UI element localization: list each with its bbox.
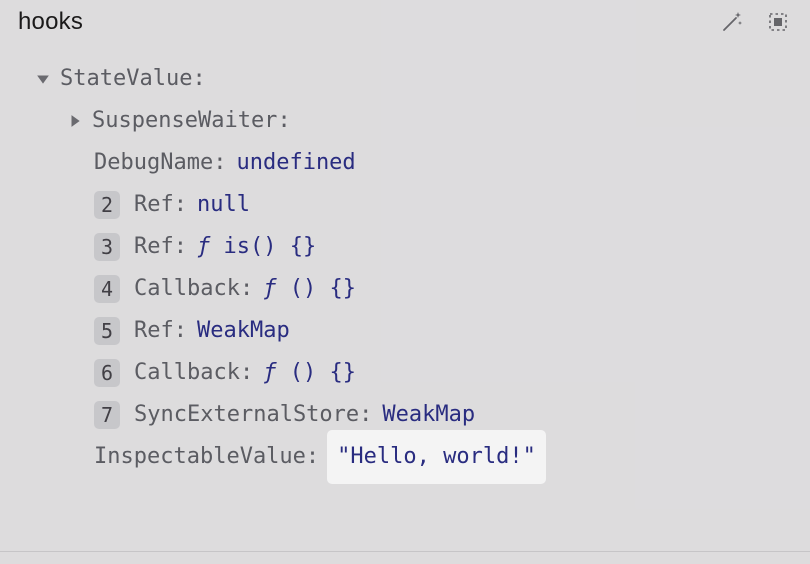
tree-node-callback-6[interactable]: 6 Callback: ƒ () {} xyxy=(0,352,810,394)
tree-node-statevalue[interactable]: StateValue: xyxy=(0,58,810,100)
node-name: SuspenseWaiter xyxy=(92,100,277,142)
node-name: Ref xyxy=(134,184,174,226)
colon: : xyxy=(174,226,187,268)
fn-body: {} xyxy=(329,276,356,301)
bounding-box-icon[interactable] xyxy=(764,8,792,36)
fn-body: {} xyxy=(290,234,317,259)
divider xyxy=(0,551,810,552)
colon: : xyxy=(192,58,205,100)
colon: : xyxy=(359,394,372,436)
hook-index-badge: 4 xyxy=(94,275,120,303)
hooks-tree: StateValue: SuspenseWaiter: DebugName: u… xyxy=(0,44,810,478)
caret-right-icon xyxy=(66,112,84,130)
node-name: StateValue xyxy=(60,58,192,100)
panel-title: hooks xyxy=(18,8,718,36)
node-name: Ref xyxy=(134,310,174,352)
tree-node-ref-2[interactable]: 2 Ref: null xyxy=(0,184,810,226)
hook-index-badge: 2 xyxy=(94,191,120,219)
fn-name: () xyxy=(290,360,317,385)
node-name: InspectableValue xyxy=(94,436,306,478)
colon: : xyxy=(174,310,187,352)
fn-body: {} xyxy=(329,360,356,385)
node-value: ƒ () {} xyxy=(263,268,356,310)
node-value-highlighted: "Hello, world!" xyxy=(329,432,544,482)
node-value: undefined xyxy=(236,142,355,184)
node-value: ƒ () {} xyxy=(263,352,356,394)
caret-down-icon xyxy=(34,70,52,88)
tree-node-ref-5[interactable]: 5 Ref: WeakMap xyxy=(0,310,810,352)
colon: : xyxy=(240,268,253,310)
hook-index-badge: 7 xyxy=(94,401,120,429)
colon: : xyxy=(174,184,187,226)
fn-glyph: ƒ xyxy=(263,276,276,301)
colon: : xyxy=(306,436,319,478)
node-name: SyncExternalStore xyxy=(134,394,359,436)
fn-name: is() xyxy=(224,234,277,259)
fn-name: () xyxy=(290,276,317,301)
tree-node-callback-4[interactable]: 4 Callback: ƒ () {} xyxy=(0,268,810,310)
tree-node-syncexternalstore-7[interactable]: 7 SyncExternalStore: WeakMap xyxy=(0,394,810,436)
node-value: ƒ is() {} xyxy=(197,226,316,268)
node-name: Callback xyxy=(134,268,240,310)
hooks-panel: hooks StateValue: xyxy=(0,0,810,564)
panel-header: hooks xyxy=(0,0,810,44)
fn-glyph: ƒ xyxy=(197,234,210,259)
magic-wand-icon[interactable] xyxy=(718,8,746,36)
header-actions xyxy=(718,8,792,36)
colon: : xyxy=(213,142,226,184)
node-value: WeakMap xyxy=(382,394,475,436)
colon: : xyxy=(240,352,253,394)
hook-index-badge: 5 xyxy=(94,317,120,345)
node-name: DebugName xyxy=(94,142,213,184)
tree-node-inspectablevalue[interactable]: InspectableValue: "Hello, world!" xyxy=(0,436,810,478)
tree-node-ref-3[interactable]: 3 Ref: ƒ is() {} xyxy=(0,226,810,268)
tree-node-debugname[interactable]: DebugName: undefined xyxy=(0,142,810,184)
hook-index-badge: 3 xyxy=(94,233,120,261)
node-value: null xyxy=(197,184,250,226)
colon: : xyxy=(277,100,290,142)
tree-node-suspensewaiter[interactable]: SuspenseWaiter: xyxy=(0,100,810,142)
node-value: WeakMap xyxy=(197,310,290,352)
node-name: Callback xyxy=(134,352,240,394)
hook-index-badge: 6 xyxy=(94,359,120,387)
fn-glyph: ƒ xyxy=(263,360,276,385)
node-name: Ref xyxy=(134,226,174,268)
